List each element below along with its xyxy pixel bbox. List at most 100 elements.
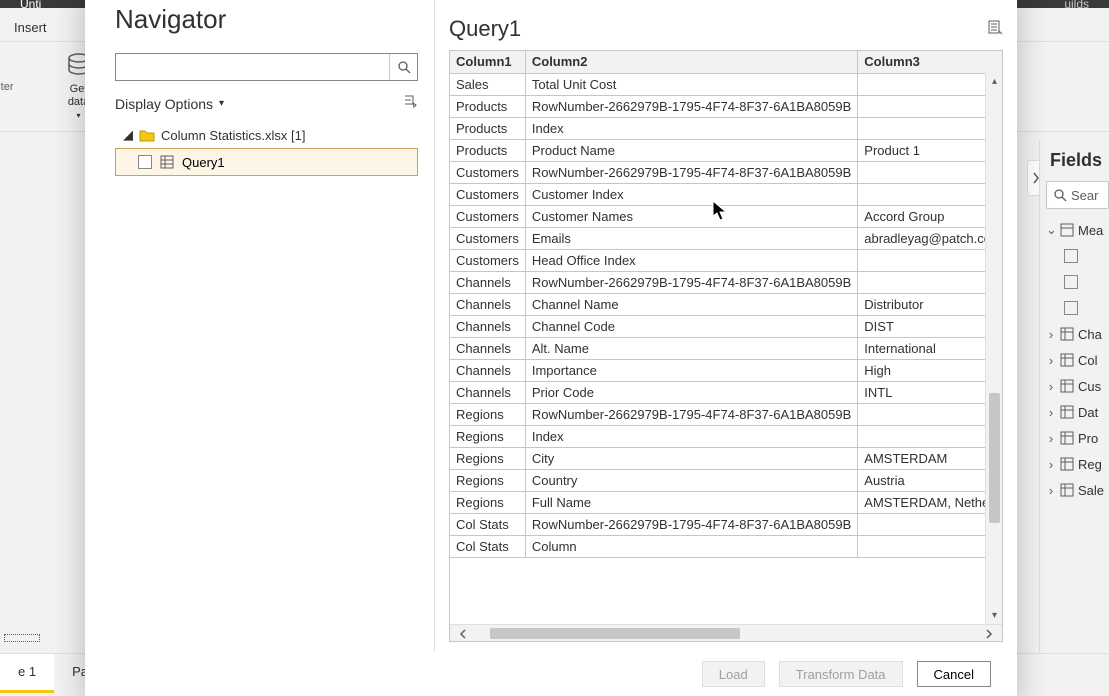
transform-data-button[interactable]: Transform Data xyxy=(779,661,903,687)
query-checkbox[interactable] xyxy=(138,155,152,169)
table-cell[interactable]: Products xyxy=(450,139,525,161)
tree-file-node[interactable]: ◢ Column Statistics.xlsx [1] xyxy=(115,122,418,148)
table-cell[interactable]: Accord Group xyxy=(858,205,1002,227)
table-cell[interactable]: RowNumber-2662979B-1795-4F74-8F37-6A1BA8… xyxy=(525,271,857,293)
table-row[interactable]: RegionsFull NameAMSTERDAM, Netherl xyxy=(450,491,1002,513)
vertical-scrollbar[interactable]: ▴ ▾ xyxy=(985,73,1002,624)
fields-table-node[interactable]: ›Col xyxy=(1046,347,1109,373)
preview-options-icon[interactable] xyxy=(987,19,1003,40)
table-cell[interactable]: Column xyxy=(525,535,857,557)
table-cell[interactable] xyxy=(858,249,1002,271)
table-cell[interactable]: Full Name xyxy=(525,491,857,513)
table-cell[interactable]: City xyxy=(525,447,857,469)
table-cell[interactable]: Regions xyxy=(450,447,525,469)
page-tab-1[interactable]: e 1 xyxy=(0,654,54,693)
table-cell[interactable] xyxy=(858,161,1002,183)
table-cell[interactable] xyxy=(858,425,1002,447)
table-cell[interactable]: abradleyag@patch.com xyxy=(858,227,1002,249)
table-cell[interactable]: Regions xyxy=(450,491,525,513)
table-cell[interactable]: International xyxy=(858,337,1002,359)
table-cell[interactable]: RowNumber-2662979B-1795-4F74-8F37-6A1BA8… xyxy=(525,95,857,117)
table-row[interactable]: ProductsIndex xyxy=(450,117,1002,139)
table-cell[interactable]: Emails xyxy=(525,227,857,249)
scroll-left-icon[interactable] xyxy=(450,625,476,642)
horizontal-scrollbar[interactable] xyxy=(450,624,1002,641)
table-row[interactable]: ChannelsChannel NameDistributor xyxy=(450,293,1002,315)
table-cell[interactable]: High xyxy=(858,359,1002,381)
table-row[interactable]: RegionsIndex xyxy=(450,425,1002,447)
table-cell[interactable]: AMSTERDAM, Netherl xyxy=(858,491,1002,513)
table-row[interactable]: Col StatsColumn xyxy=(450,535,1002,557)
table-cell[interactable]: RowNumber-2662979B-1795-4F74-8F37-6A1BA8… xyxy=(525,403,857,425)
fields-table-node[interactable]: ›Cus xyxy=(1046,373,1109,399)
table-cell[interactable]: Customers xyxy=(450,227,525,249)
table-cell[interactable] xyxy=(858,513,1002,535)
field-checkbox[interactable] xyxy=(1064,301,1078,315)
table-cell[interactable] xyxy=(858,117,1002,139)
fields-measure-item[interactable] xyxy=(1046,243,1109,269)
table-cell[interactable]: Total Unit Cost xyxy=(525,73,857,95)
table-row[interactable]: CustomersHead Office Index xyxy=(450,249,1002,271)
scroll-right-icon[interactable] xyxy=(976,625,1002,642)
fields-search[interactable]: Sear xyxy=(1046,181,1109,209)
table-cell[interactable]: Products xyxy=(450,117,525,139)
field-checkbox[interactable] xyxy=(1064,275,1078,289)
table-cell[interactable] xyxy=(858,183,1002,205)
table-cell[interactable]: DIST xyxy=(858,315,1002,337)
refresh-icon[interactable] xyxy=(402,93,418,114)
table-row[interactable]: ChannelsImportanceHigh xyxy=(450,359,1002,381)
fields-table-node[interactable]: ›Pro xyxy=(1046,425,1109,451)
table-cell[interactable]: Alt. Name xyxy=(525,337,857,359)
fields-table-node[interactable]: ›Reg xyxy=(1046,451,1109,477)
column-header[interactable]: Column2 xyxy=(525,51,857,73)
fields-table-node[interactable]: ›Cha xyxy=(1046,321,1109,347)
table-cell[interactable]: Customers xyxy=(450,161,525,183)
fields-table-node[interactable]: ›Dat xyxy=(1046,399,1109,425)
table-row[interactable]: ProductsProduct NameProduct 1 xyxy=(450,139,1002,161)
preview-table[interactable]: Column1Column2Column3SalesTotal Unit Cos… xyxy=(450,51,1002,558)
table-cell[interactable]: Customer Index xyxy=(525,183,857,205)
table-cell[interactable] xyxy=(858,535,1002,557)
table-cell[interactable] xyxy=(858,271,1002,293)
table-cell[interactable]: RowNumber-2662979B-1795-4F74-8F37-6A1BA8… xyxy=(525,161,857,183)
table-cell[interactable]: Prior Code xyxy=(525,381,857,403)
field-checkbox[interactable] xyxy=(1064,249,1078,263)
table-cell[interactable]: Austria xyxy=(858,469,1002,491)
fields-table-node[interactable]: ›Sale xyxy=(1046,477,1109,503)
table-row[interactable]: CustomersRowNumber-2662979B-1795-4F74-8F… xyxy=(450,161,1002,183)
scroll-thumb[interactable] xyxy=(989,393,1000,523)
table-cell[interactable]: Channels xyxy=(450,381,525,403)
table-row[interactable]: CustomersEmailsabradleyag@patch.com xyxy=(450,227,1002,249)
table-cell[interactable]: Channels xyxy=(450,293,525,315)
table-cell[interactable]: AMSTERDAM xyxy=(858,447,1002,469)
table-cell[interactable]: Head Office Index xyxy=(525,249,857,271)
table-cell[interactable]: Sales xyxy=(450,73,525,95)
table-cell[interactable] xyxy=(858,95,1002,117)
table-cell[interactable]: Channels xyxy=(450,337,525,359)
table-cell[interactable]: Products xyxy=(450,95,525,117)
tree-query-item[interactable]: Query1 xyxy=(115,148,418,176)
navigator-search-input[interactable] xyxy=(116,54,389,80)
table-cell[interactable]: Index xyxy=(525,425,857,447)
column-header[interactable]: Column3 xyxy=(858,51,1002,73)
table-cell[interactable]: Country xyxy=(525,469,857,491)
fields-measure-item[interactable] xyxy=(1046,269,1109,295)
fields-measure-item[interactable] xyxy=(1046,295,1109,321)
table-cell[interactable]: Distributor xyxy=(858,293,1002,315)
table-row[interactable]: ChannelsRowNumber-2662979B-1795-4F74-8F3… xyxy=(450,271,1002,293)
table-cell[interactable]: Product Name xyxy=(525,139,857,161)
ribbon-tab-insert[interactable]: Insert xyxy=(0,14,61,41)
table-cell[interactable]: Regions xyxy=(450,425,525,447)
table-cell[interactable]: Channels xyxy=(450,271,525,293)
table-cell[interactable]: Regions xyxy=(450,403,525,425)
navigator-search-button[interactable] xyxy=(389,54,417,80)
table-row[interactable]: CustomersCustomer Index xyxy=(450,183,1002,205)
table-row[interactable]: RegionsRowNumber-2662979B-1795-4F74-8F37… xyxy=(450,403,1002,425)
table-cell[interactable]: Col Stats xyxy=(450,513,525,535)
table-cell[interactable]: Col Stats xyxy=(450,535,525,557)
table-row[interactable]: RegionsCountryAustria xyxy=(450,469,1002,491)
table-row[interactable]: RegionsCityAMSTERDAM xyxy=(450,447,1002,469)
table-cell[interactable]: Product 1 xyxy=(858,139,1002,161)
navigator-search[interactable] xyxy=(115,53,418,81)
table-cell[interactable]: INTL xyxy=(858,381,1002,403)
